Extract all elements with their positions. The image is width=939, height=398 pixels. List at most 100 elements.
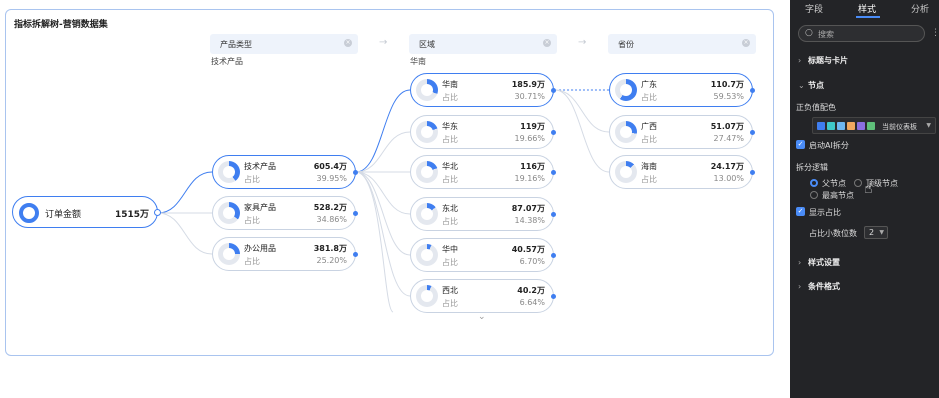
close-icon[interactable]: × — [742, 39, 750, 47]
tab-analysis[interactable]: 分析 — [911, 2, 929, 15]
node-share-label: 占比 — [641, 135, 657, 144]
node-pct: 6.70% — [519, 257, 545, 266]
expand-handle[interactable] — [154, 209, 161, 216]
section-label: 样式设置 — [808, 258, 840, 267]
column-header-region[interactable]: 区域 × — [409, 34, 557, 54]
radio-parent-node[interactable] — [810, 179, 818, 187]
section-conditional-format[interactable]: › 条件格式 — [798, 281, 840, 292]
tree-node[interactable]: 技术产品 占比 605.4万 39.95% — [212, 155, 358, 189]
node-share-label: 占比 — [442, 299, 458, 308]
tree-node[interactable]: 华东 占比 119万 19.66% — [410, 115, 556, 149]
share-ring — [218, 161, 240, 183]
section-title-card[interactable]: › 标题与卡片 — [798, 55, 848, 66]
chevron-down-icon: ▼ — [879, 229, 884, 236]
expand-handle[interactable] — [750, 88, 755, 93]
show-share-checkbox[interactable]: ✓ — [796, 207, 805, 216]
node-share-label: 占比 — [442, 135, 458, 144]
expand-handle[interactable] — [551, 130, 556, 135]
radio-max-node[interactable] — [810, 191, 818, 199]
canvas: 指标拆解树-营销数据集 产品类型 × 技术产品 → 区域 × 华南 → 省份 ×… — [0, 0, 790, 398]
node-name: 家具产品 — [244, 203, 276, 212]
column-selected-value: 技术产品 — [211, 57, 243, 66]
decimals-value: 2 — [869, 228, 875, 237]
root-node[interactable]: 订单金额 1515万 — [12, 196, 161, 228]
expand-handle[interactable] — [750, 170, 755, 175]
expand-handle[interactable] — [551, 88, 556, 93]
node-share-label: 占比 — [244, 175, 260, 184]
expand-handle[interactable] — [353, 252, 358, 257]
node-pct: 19.66% — [514, 134, 545, 143]
more-icon[interactable]: ⋮ — [931, 28, 939, 38]
share-ring — [615, 121, 637, 143]
node-value: 24.17万 — [710, 162, 744, 171]
ring-icon — [19, 203, 39, 223]
tree-node[interactable]: 广东 占比 110.7万 59.53% — [609, 73, 755, 107]
expand-handle[interactable] — [353, 170, 358, 175]
node-pct: 30.71% — [514, 92, 545, 101]
chevron-down-icon: ⌄ — [798, 81, 805, 90]
tree-node[interactable]: 广西 占比 51.07万 27.47% — [609, 115, 755, 149]
node-share-label: 占比 — [442, 217, 458, 226]
node-value: 87.07万 — [511, 204, 545, 213]
tree-node[interactable]: 西北 占比 40.2万 6.64% — [410, 279, 556, 313]
node-share-label: 占比 — [442, 175, 458, 184]
tree-node[interactable]: 家具产品 占比 528.2万 34.86% — [212, 196, 358, 230]
expand-handle[interactable] — [551, 212, 556, 217]
node-name: 订单金额 — [45, 210, 82, 220]
section-node[interactable]: ⌄ 节点 — [798, 80, 824, 91]
palette-select[interactable]: 当前仪表板 ▼ — [812, 117, 936, 134]
section-label: 节点 — [808, 81, 824, 90]
close-icon[interactable]: × — [344, 39, 352, 47]
share-ring — [615, 161, 637, 183]
node-name: 广东 — [641, 80, 657, 89]
node-share-label: 占比 — [442, 93, 458, 102]
node-pct: 34.86% — [316, 215, 347, 224]
color-label: 正负值配色 — [796, 103, 836, 112]
tree-node[interactable]: 华南 占比 185.9万 30.71% — [410, 73, 556, 107]
share-ring — [416, 79, 438, 101]
expand-handle[interactable] — [353, 211, 358, 216]
tree-node[interactable]: 华北 占比 116万 19.16% — [410, 155, 556, 189]
arrow-right-icon: → — [578, 37, 587, 48]
ai-split-checkbox[interactable]: ✓ — [796, 140, 805, 149]
tree-node[interactable]: 海南 占比 24.17万 13.00% — [609, 155, 755, 189]
node-share-label: 占比 — [641, 175, 657, 184]
share-ring — [218, 243, 240, 265]
split-logic-label: 拆分逻辑 — [796, 163, 828, 172]
expand-handle[interactable] — [551, 170, 556, 175]
node-pct: 27.47% — [713, 134, 744, 143]
node-value: 110.7万 — [710, 80, 744, 89]
chevron-right-icon: › — [798, 56, 802, 65]
tree-node[interactable]: 办公用品 占比 381.8万 25.20% — [212, 237, 358, 271]
node-value: 528.2万 — [313, 203, 347, 212]
share-ring — [416, 203, 438, 225]
panel-tabs: 字段 样式 分析 — [790, 0, 939, 18]
node-value: 605.4万 — [313, 162, 347, 171]
column-header-label: 区域 — [419, 40, 435, 49]
expand-handle[interactable] — [551, 253, 556, 258]
palette-name: 当前仪表板 — [882, 123, 917, 131]
color-swatch — [857, 122, 865, 130]
share-ring — [416, 285, 438, 307]
column-header-product-type[interactable]: 产品类型 × — [210, 34, 358, 54]
tree-node[interactable]: 东北 占比 87.07万 14.38% — [410, 197, 556, 231]
search-input[interactable]: ○ 搜索 — [798, 25, 925, 42]
radio-top-node[interactable] — [854, 179, 862, 187]
close-icon[interactable]: × — [543, 39, 551, 47]
search-placeholder: 搜索 — [818, 30, 834, 39]
expand-handle[interactable] — [750, 130, 755, 135]
chevron-right-icon: › — [798, 258, 802, 267]
share-ring — [615, 79, 637, 101]
tab-fields[interactable]: 字段 — [805, 2, 823, 15]
chevron-down-icon[interactable]: ⌄ — [478, 312, 486, 322]
node-name: 西北 — [442, 286, 458, 295]
decimals-select[interactable]: 2 ▼ — [864, 226, 888, 239]
settings-panel: 字段 样式 分析 ○ 搜索 ⋮ › 标题与卡片 ⌄ 节点 正负值配色 当前仪表板 ▼… — [790, 0, 939, 398]
section-style-settings[interactable]: › 样式设置 — [798, 257, 840, 268]
tab-style[interactable]: 样式 — [858, 2, 876, 15]
column-header-province[interactable]: 省份 × — [608, 34, 756, 54]
expand-handle[interactable] — [551, 294, 556, 299]
color-swatch — [867, 122, 875, 130]
tree-node[interactable]: 华中 占比 40.57万 6.70% — [410, 238, 556, 272]
node-name: 海南 — [641, 162, 657, 171]
